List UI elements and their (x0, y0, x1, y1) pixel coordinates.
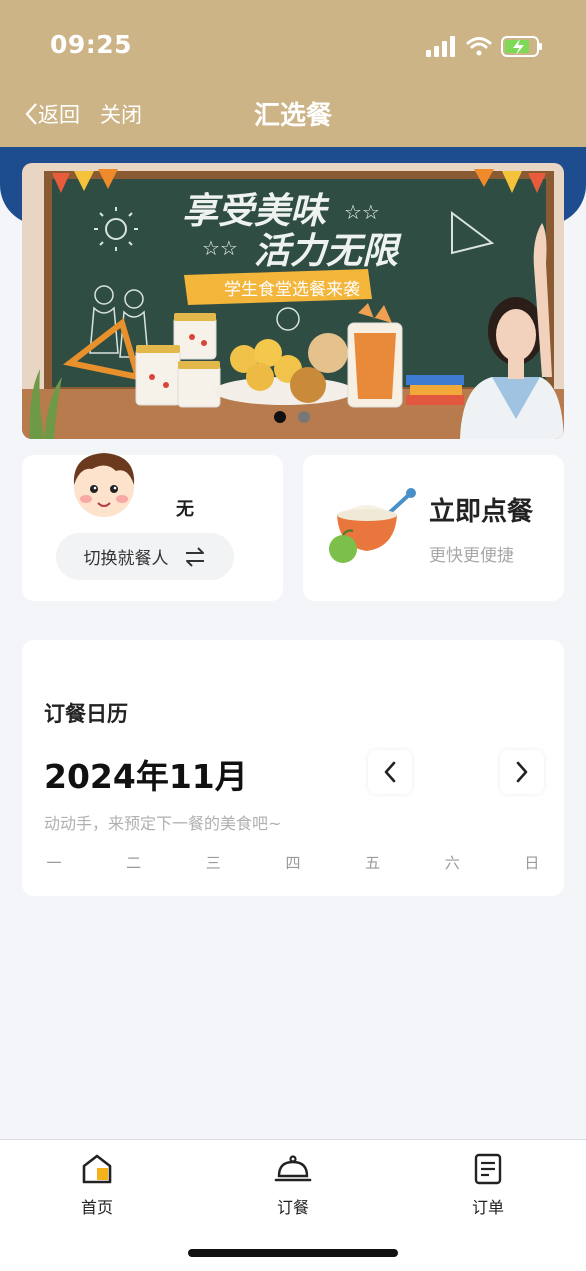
weekday-label: 一 (46, 854, 62, 872)
order-calendar-card: 订餐日历 2024年11月 动动手，来预定下一餐的美食吧~ 一 二 三 四 五 … (22, 640, 564, 896)
weekday-label: 四 (285, 854, 301, 872)
order-list-icon (474, 1153, 502, 1185)
tab-order-food[interactable]: 订餐 (233, 1152, 353, 1218)
status-icons (426, 34, 556, 60)
svg-text:☆☆: ☆☆ (344, 200, 380, 224)
banner-headline-2: 活力无限 (254, 230, 402, 271)
avatar (73, 453, 135, 517)
wifi-icon (466, 37, 492, 56)
tab-home[interactable]: 首页 (37, 1152, 157, 1218)
weekday-header: 一 二 三 四 五 六 日 (44, 852, 542, 873)
prev-month-button[interactable] (368, 750, 412, 794)
cloche-icon (274, 1155, 312, 1182)
battery-charging-icon (501, 36, 542, 57)
banner-ribbon: 学生食堂选餐来袭 (184, 269, 372, 305)
quick-order-title: 立即点餐 (429, 497, 534, 527)
signal-icon (426, 36, 455, 57)
weekday-label: 三 (205, 854, 221, 872)
next-month-button[interactable] (500, 750, 544, 794)
banner-headline-1: 享受美味 (182, 190, 330, 231)
tab-home-label: 首页 (80, 1198, 113, 1217)
switch-diner-button[interactable]: 切换就餐人 (56, 533, 234, 580)
chevron-left-icon (384, 761, 396, 783)
promo-banner[interactable]: 享受美味 ☆☆ ☆☆ 活力无限 学生食堂选餐来袭 (22, 163, 564, 439)
close-button[interactable]: 关闭 (100, 99, 142, 129)
quick-order-subtitle: 更快更便捷 (429, 546, 514, 566)
home-icon (82, 1154, 112, 1184)
quick-order-card[interactable]: 立即点餐 更快更便捷 (303, 455, 564, 601)
nav-bar: 返回 关闭 汇选餐 (0, 92, 586, 136)
status-time: 09:25 (50, 30, 133, 59)
calendar-hint: 动动手，来预定下一餐的美食吧~ (44, 814, 282, 833)
rice-bowl-icon (329, 488, 416, 563)
tab-order-food-label: 订餐 (276, 1198, 309, 1217)
svg-text:☆☆: ☆☆ (202, 236, 238, 260)
weekday-label: 六 (444, 854, 460, 872)
back-button[interactable]: 返回 (24, 99, 80, 129)
chevron-right-icon (516, 761, 528, 783)
weekday-label: 二 (126, 854, 142, 872)
calendar-label: 订餐日历 (44, 702, 128, 726)
tab-orders[interactable]: 订单 (428, 1152, 548, 1218)
page-title: 汇选餐 (253, 101, 332, 131)
diner-card: 无 切换就餐人 (22, 453, 283, 601)
banner-ribbon-text: 学生食堂选餐来袭 (224, 280, 360, 300)
calendar-month: 2024年11月 (44, 757, 248, 796)
top-header: 09:25 返回 关闭 汇选餐 (0, 0, 586, 147)
home-indicator (188, 1249, 398, 1257)
switch-diner-label: 切换就餐人 (83, 549, 169, 569)
swap-icon (185, 546, 204, 567)
tab-orders-label: 订单 (471, 1198, 504, 1217)
back-label: 返回 (38, 103, 80, 127)
weekday-label: 五 (365, 854, 381, 872)
chevron-left-icon (25, 103, 37, 125)
diner-name: 无 (176, 499, 194, 520)
weekday-label: 日 (524, 854, 540, 872)
